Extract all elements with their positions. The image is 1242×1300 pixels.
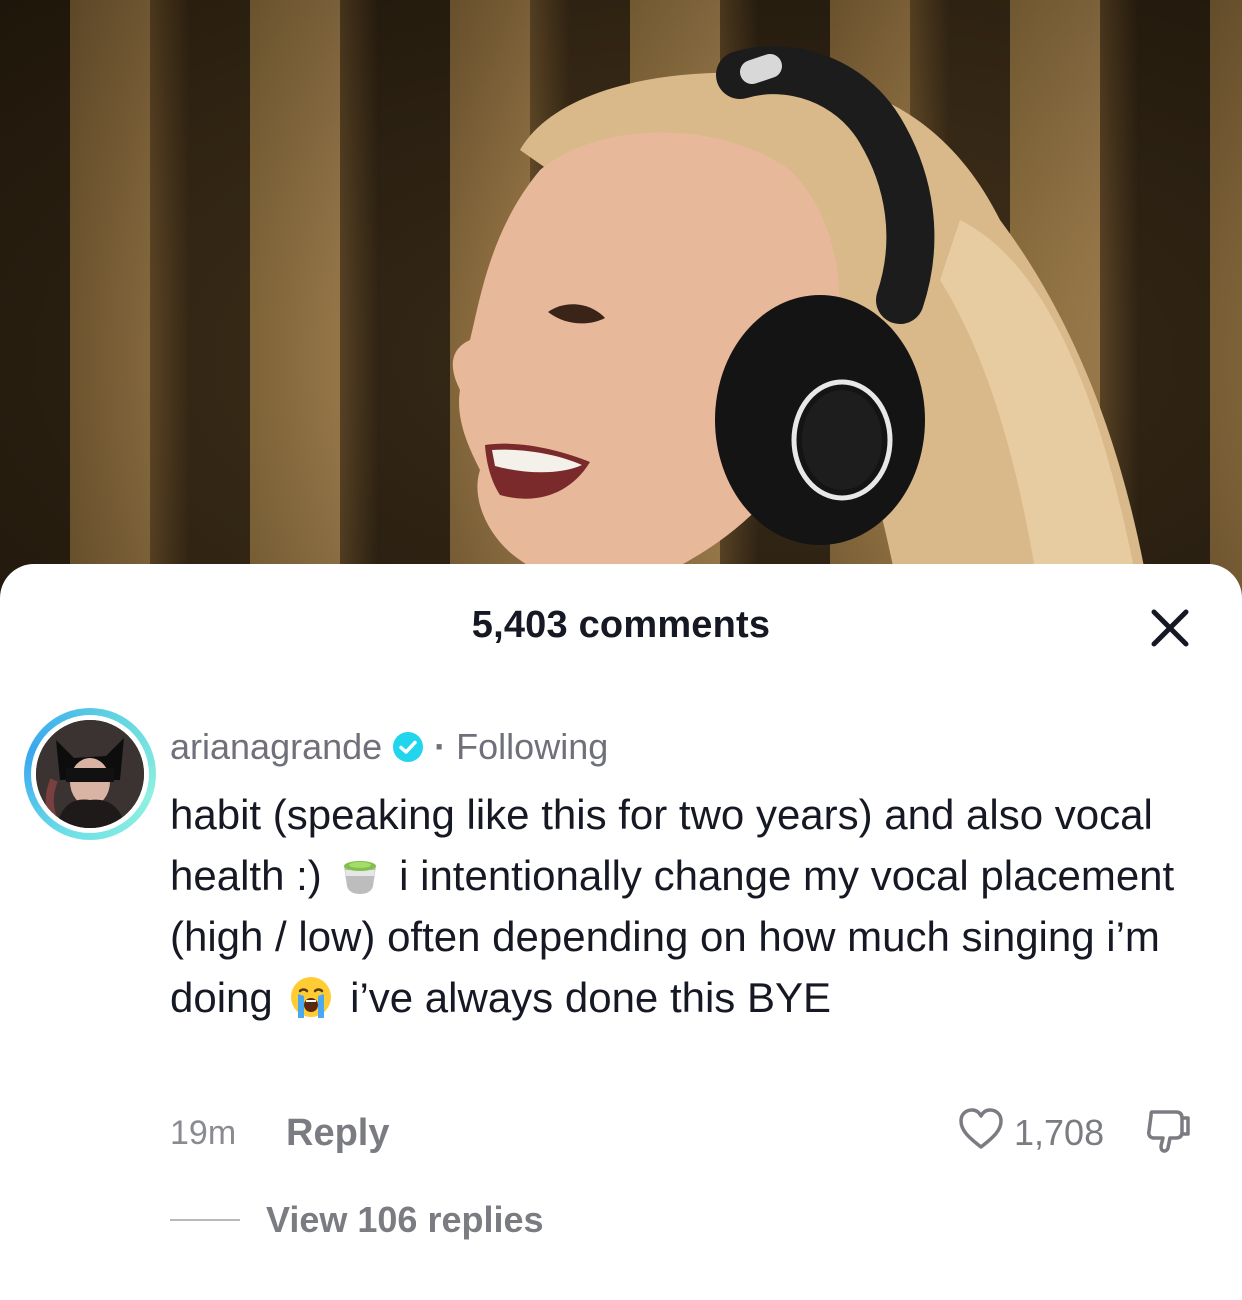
follow-status: Following: [456, 726, 609, 767]
comment-meta: arianagrande · Following: [170, 724, 608, 770]
avatar[interactable]: [24, 708, 156, 840]
comment-username[interactable]: arianagrande: [170, 726, 382, 768]
like-count: 1,708: [1014, 1112, 1105, 1153]
meta-separator: ·: [434, 726, 447, 767]
video-background[interactable]: [0, 0, 1242, 600]
avatar-image: [36, 720, 144, 828]
verified-badge-icon: [393, 732, 424, 762]
loudly-crying-face-icon: [291, 977, 332, 1018]
reply-button[interactable]: Reply: [286, 1112, 389, 1155]
comments-sheet: 5,403 comments arianagrande · Following …: [0, 564, 1242, 1300]
comment-timestamp: 19m: [170, 1114, 237, 1152]
comment-actions: 19m Reply 1,708: [170, 1108, 1200, 1158]
teacup-icon: [344, 861, 377, 894]
heart-icon[interactable]: [956, 1104, 1006, 1154]
view-replies-row[interactable]: View 106 replies: [170, 1199, 544, 1241]
comment-text-part-3: i’ve always done this BYE: [350, 974, 832, 1021]
video-frame-image: [452, 46, 1150, 600]
comment-text: habit (speaking like this for two years)…: [170, 784, 1220, 1028]
view-replies-button[interactable]: View 106 replies: [266, 1199, 544, 1241]
dislike-icon[interactable]: [1142, 1104, 1194, 1156]
replies-divider: [170, 1219, 240, 1221]
close-icon[interactable]: [1148, 606, 1192, 650]
comments-count-title: 5,403 comments: [471, 604, 771, 646]
